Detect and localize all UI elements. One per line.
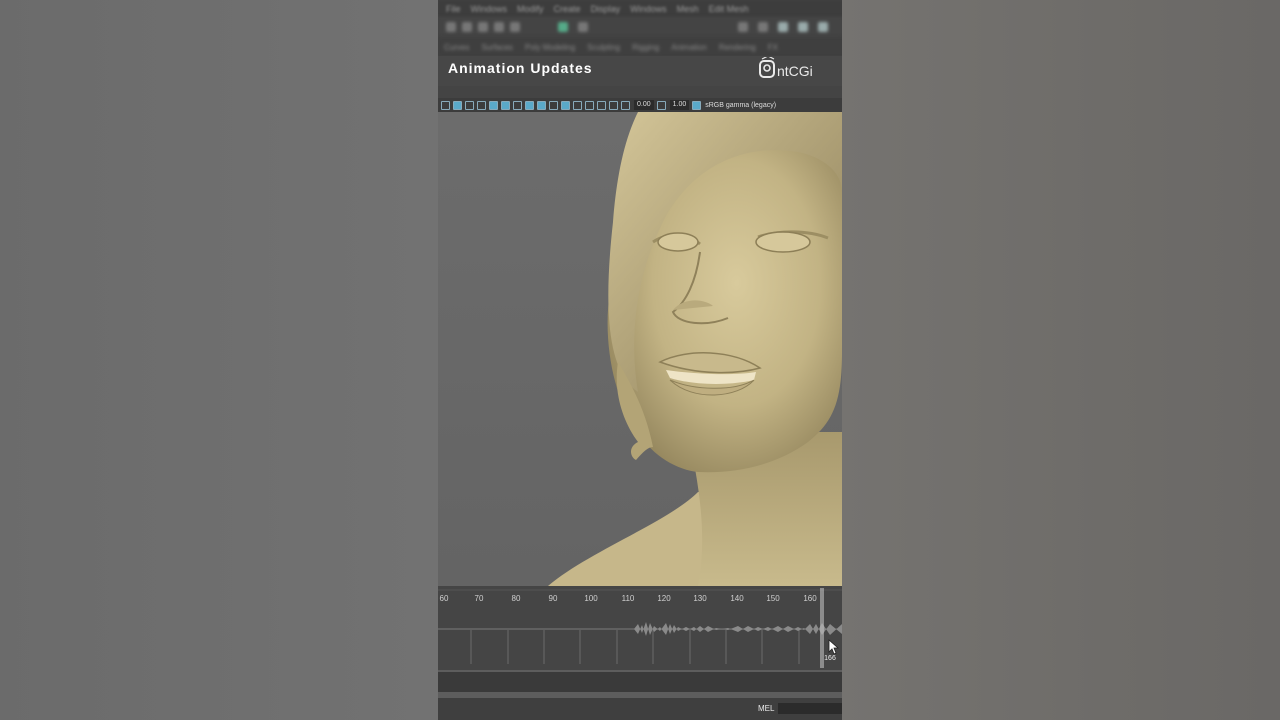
tick-label: 70 <box>474 594 484 603</box>
time-slider-ticks <box>438 586 842 670</box>
tick-label: 100 <box>584 594 598 603</box>
mel-label[interactable]: MEL <box>758 704 774 713</box>
command-input[interactable] <box>778 703 842 714</box>
tick-label: 160 <box>803 594 817 603</box>
shelf-tab[interactable]: FX <box>768 43 778 52</box>
shaded-cube-icon[interactable] <box>453 100 462 110</box>
shelf-tab[interactable]: Rigging <box>632 43 659 52</box>
status-icon[interactable] <box>494 22 504 32</box>
status-icon[interactable] <box>818 22 828 32</box>
shelf-tab[interactable]: Sculpting <box>587 43 620 52</box>
menu-item[interactable]: Windows <box>630 4 667 14</box>
cube-icon[interactable] <box>441 100 450 110</box>
status-icon[interactable] <box>798 22 808 32</box>
shelf-tab[interactable]: Curves <box>444 43 469 52</box>
shelf-tab[interactable]: Poly Modeling <box>525 43 575 52</box>
film-gate-icon[interactable] <box>597 100 606 110</box>
tick-label: 90 <box>548 594 558 603</box>
shelf-tab[interactable]: Rendering <box>719 43 756 52</box>
background-right <box>842 0 1280 720</box>
color-space-label[interactable]: sRGB gamma (legacy) <box>705 102 776 109</box>
menu-bar: File Windows Modify Create Display Windo… <box>438 0 842 17</box>
grid-icon[interactable] <box>573 100 582 110</box>
shadow-icon[interactable] <box>513 100 522 110</box>
xray-icon[interactable] <box>549 100 558 110</box>
status-icon[interactable] <box>478 22 488 32</box>
menu-item[interactable]: Display <box>591 4 621 14</box>
status-icon[interactable] <box>510 22 520 32</box>
range-slider[interactable] <box>438 672 842 692</box>
status-icon[interactable] <box>738 22 748 32</box>
svg-text:ntCGi: ntCGi <box>777 63 813 79</box>
menu-item[interactable]: Windows <box>471 4 508 14</box>
texture-icon[interactable] <box>489 100 498 110</box>
status-line <box>438 17 842 37</box>
status-icon[interactable] <box>758 22 768 32</box>
isolate-icon[interactable] <box>561 100 570 110</box>
time-slider[interactable]: 60 70 80 90 100 110 120 130 140 150 160 … <box>438 586 842 670</box>
status-icon[interactable] <box>446 22 456 32</box>
shelf-tab[interactable]: Animation <box>671 43 707 52</box>
camera-icon[interactable] <box>537 100 546 110</box>
menu-item[interactable]: Modify <box>517 4 544 14</box>
tick-label: 110 <box>621 594 635 603</box>
antcgi-logo: ntCGi <box>759 57 813 79</box>
tick-label: 130 <box>693 594 707 603</box>
sphere-icon[interactable] <box>465 100 474 110</box>
viewport-toolbar: 0.00 1.00 sRGB gamma (legacy) <box>438 98 842 112</box>
tick-label: 80 <box>511 594 521 603</box>
maya-header: File Windows Modify Create Display Windo… <box>438 0 842 100</box>
character-head-render <box>548 112 842 586</box>
status-icon[interactable] <box>778 22 788 32</box>
gamma-field[interactable]: 1.00 <box>669 100 690 110</box>
video-frame: File Windows Modify Create Display Windo… <box>438 0 842 720</box>
wireframe-icon[interactable] <box>477 100 486 110</box>
shelf-tabs: Curves Surfaces Poly Modeling Sculpting … <box>438 37 842 57</box>
menu-item[interactable]: File <box>446 4 461 14</box>
color-management-icon[interactable] <box>692 100 702 110</box>
video-title: Animation Updates <box>448 60 593 76</box>
gamma-icon[interactable] <box>656 100 666 110</box>
background-left <box>0 0 438 720</box>
tick-label: 120 <box>657 594 671 603</box>
3d-viewport[interactable] <box>438 112 842 586</box>
exposure-icon[interactable] <box>621 100 630 110</box>
light-icon[interactable] <box>501 100 510 110</box>
resolution-gate-icon[interactable] <box>585 100 594 110</box>
tick-label: 60 <box>439 594 449 603</box>
ao-icon[interactable] <box>525 100 534 110</box>
frame-icon[interactable] <box>609 100 618 110</box>
exposure-field[interactable]: 0.00 <box>634 100 654 110</box>
menu-item[interactable]: Edit Mesh <box>709 4 749 14</box>
status-icon[interactable] <box>558 22 568 32</box>
status-icon[interactable] <box>578 22 588 32</box>
menu-item[interactable]: Mesh <box>677 4 699 14</box>
status-icon[interactable] <box>462 22 472 32</box>
tick-label: 140 <box>730 594 744 603</box>
tick-label: 150 <box>766 594 780 603</box>
menu-item[interactable]: Create <box>554 4 581 14</box>
shelf-tab[interactable]: Surfaces <box>481 43 513 52</box>
current-frame-label: 166 <box>824 655 836 662</box>
